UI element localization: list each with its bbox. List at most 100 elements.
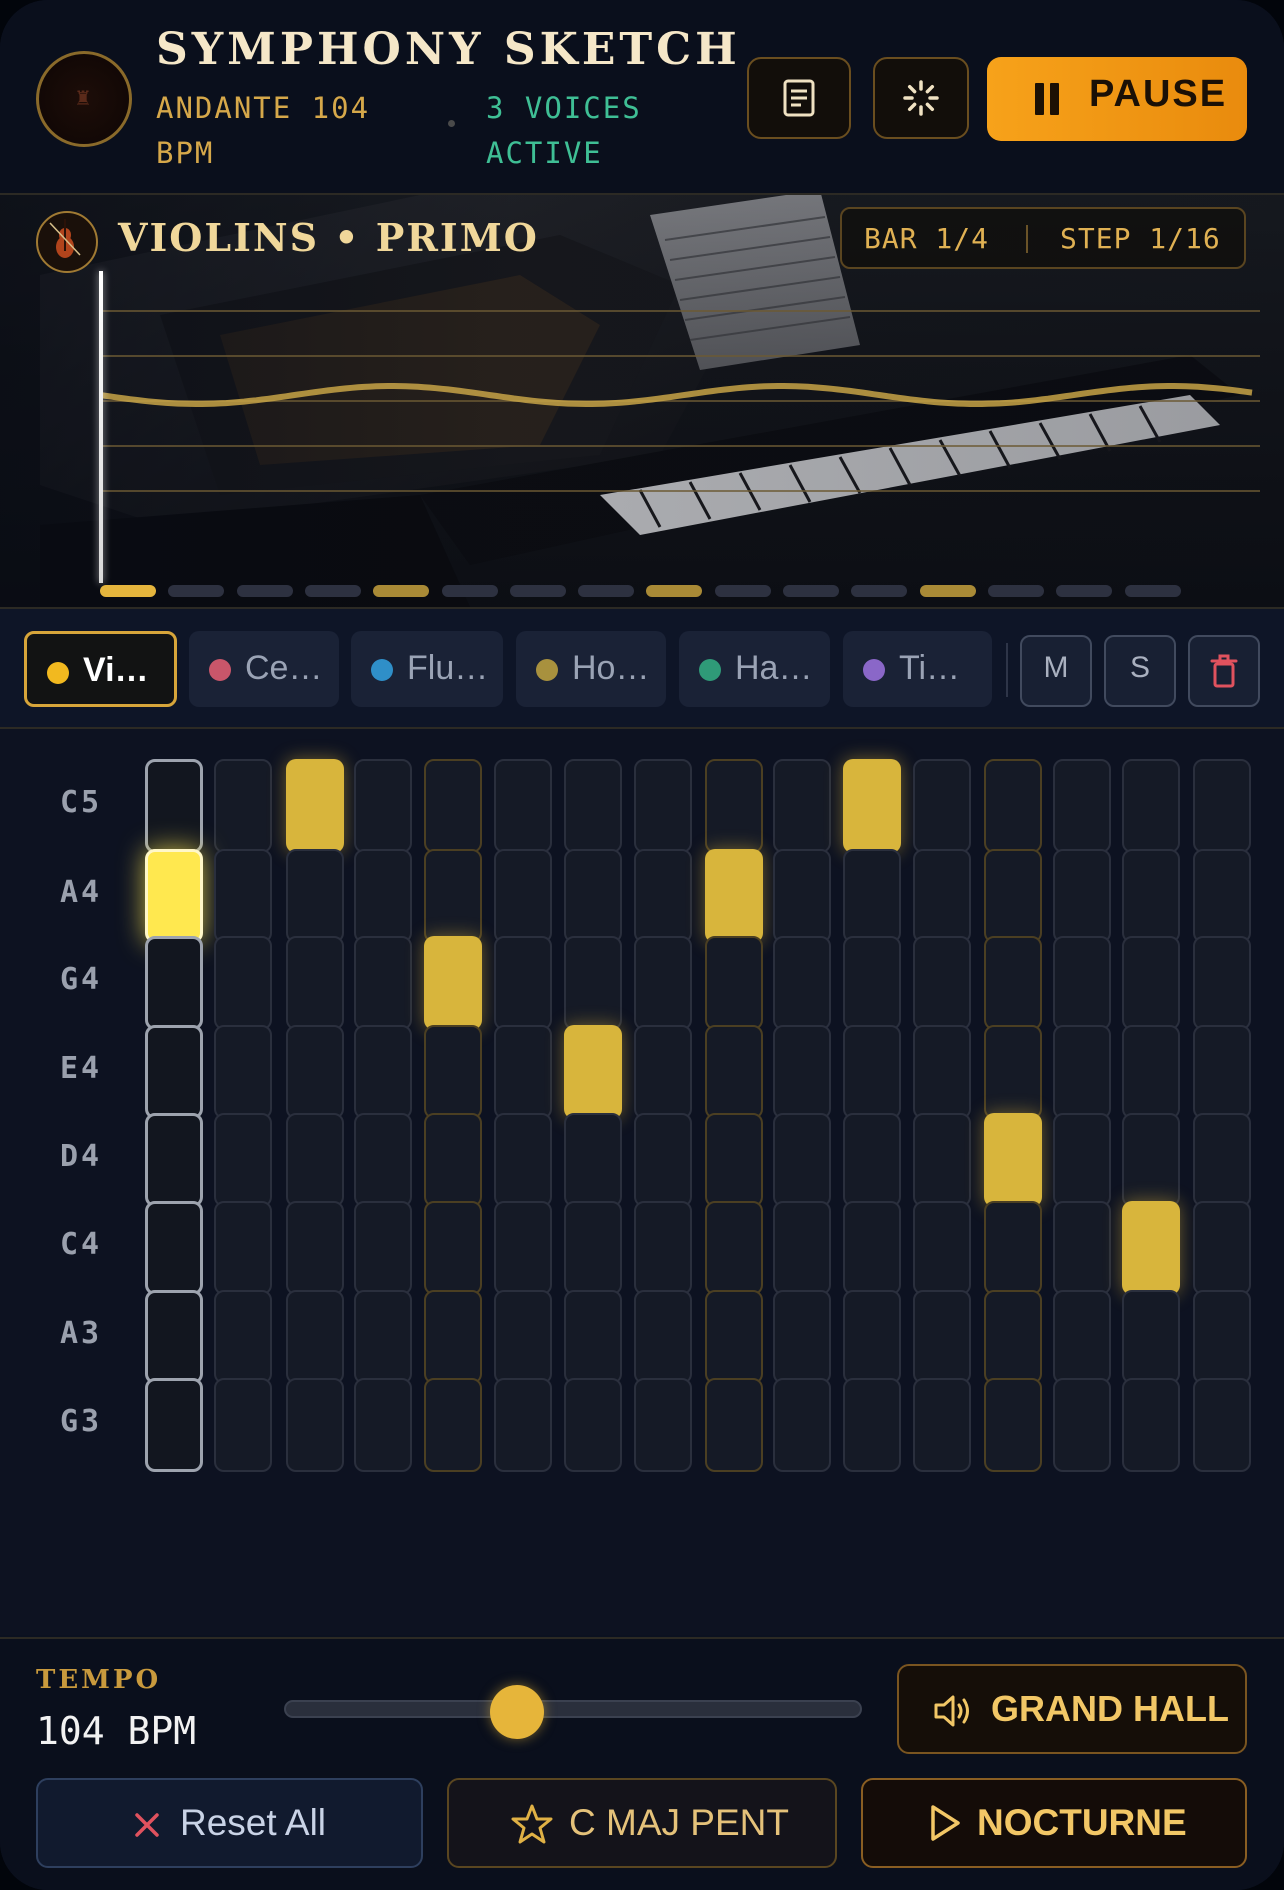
settings-button[interactable] xyxy=(873,57,969,139)
grid-cell[interactable] xyxy=(214,936,272,1030)
voice-tab[interactable]: Flu… xyxy=(351,631,503,707)
grid-cell[interactable] xyxy=(145,849,203,943)
grid-cell[interactable] xyxy=(843,1201,901,1295)
grid-cell[interactable] xyxy=(773,849,831,943)
grid-cell[interactable] xyxy=(984,936,1042,1030)
grid-cell[interactable] xyxy=(705,1025,763,1119)
grid-cell[interactable] xyxy=(913,1290,971,1384)
reset-all-button[interactable]: Reset All xyxy=(36,1778,423,1868)
grid-cell[interactable] xyxy=(913,759,971,853)
grid-cell[interactable] xyxy=(424,1378,482,1472)
grid-cell[interactable] xyxy=(634,1113,692,1207)
grid-cell[interactable] xyxy=(145,759,203,853)
grid-cell[interactable] xyxy=(984,759,1042,853)
grid-cell[interactable] xyxy=(354,1201,412,1295)
grid-cell[interactable] xyxy=(286,849,344,943)
grid-cell[interactable] xyxy=(1053,1113,1111,1207)
grid-cell[interactable] xyxy=(1122,1290,1180,1384)
grid-cell[interactable] xyxy=(705,849,763,943)
voice-tab[interactable]: Ho… xyxy=(516,631,666,707)
grid-cell[interactable] xyxy=(1122,1025,1180,1119)
grid-cell[interactable] xyxy=(564,936,622,1030)
grid-cell[interactable] xyxy=(564,1025,622,1119)
grid-cell[interactable] xyxy=(145,1113,203,1207)
grid-cell[interactable] xyxy=(773,936,831,1030)
grid-cell[interactable] xyxy=(145,1025,203,1119)
grid-cell[interactable] xyxy=(1053,936,1111,1030)
grid-cell[interactable] xyxy=(705,1378,763,1472)
solo-button[interactable]: S xyxy=(1104,635,1176,707)
voice-tab[interactable]: Ha… xyxy=(679,631,830,707)
grid-cell[interactable] xyxy=(913,1113,971,1207)
grid-cell[interactable] xyxy=(843,1378,901,1472)
grid-cell[interactable] xyxy=(424,1025,482,1119)
grid-cell[interactable] xyxy=(913,849,971,943)
grid-cell[interactable] xyxy=(354,849,412,943)
grid-cell[interactable] xyxy=(564,1378,622,1472)
grid-cell[interactable] xyxy=(145,936,203,1030)
grid-cell[interactable] xyxy=(1053,1201,1111,1295)
grid-cell[interactable] xyxy=(634,936,692,1030)
mute-button[interactable]: M xyxy=(1020,635,1092,707)
grid-cell[interactable] xyxy=(494,759,552,853)
grid-cell[interactable] xyxy=(634,759,692,853)
grid-cell[interactable] xyxy=(354,1113,412,1207)
grid-cell[interactable] xyxy=(773,759,831,853)
grid-cell[interactable] xyxy=(1193,1201,1251,1295)
grid-cell[interactable] xyxy=(913,1201,971,1295)
grid-cell[interactable] xyxy=(424,1113,482,1207)
grid-cell[interactable] xyxy=(1122,1378,1180,1472)
grid-cell[interactable] xyxy=(1053,849,1111,943)
grid-cell[interactable] xyxy=(1122,1113,1180,1207)
grid-cell[interactable] xyxy=(564,1113,622,1207)
grid-cell[interactable] xyxy=(705,1201,763,1295)
grid-cell[interactable] xyxy=(424,849,482,943)
grid-cell[interactable] xyxy=(145,1201,203,1295)
grid-cell[interactable] xyxy=(494,1113,552,1207)
grid-cell[interactable] xyxy=(1193,849,1251,943)
grid-cell[interactable] xyxy=(1053,1378,1111,1472)
grid-cell[interactable] xyxy=(1053,1025,1111,1119)
voice-tab[interactable]: Ti… xyxy=(843,631,992,707)
grid-cell[interactable] xyxy=(564,849,622,943)
pause-button[interactable]: PAUSE xyxy=(987,57,1247,141)
grid-cell[interactable] xyxy=(843,936,901,1030)
grid-cell[interactable] xyxy=(1193,1290,1251,1384)
grid-cell[interactable] xyxy=(494,1378,552,1472)
grid-cell[interactable] xyxy=(145,1290,203,1384)
grid-cell[interactable] xyxy=(843,849,901,943)
grid-cell[interactable] xyxy=(705,759,763,853)
grid-cell[interactable] xyxy=(773,1290,831,1384)
grid-cell[interactable] xyxy=(286,759,344,853)
grid-cell[interactable] xyxy=(773,1113,831,1207)
grid-cell[interactable] xyxy=(214,1378,272,1472)
grid-cell[interactable] xyxy=(634,1025,692,1119)
voice-tab[interactable]: Ce… xyxy=(189,631,339,707)
grid-cell[interactable] xyxy=(214,1113,272,1207)
grid-cell[interactable] xyxy=(843,1290,901,1384)
grid-cell[interactable] xyxy=(1193,936,1251,1030)
grid-cell[interactable] xyxy=(424,1290,482,1384)
grid-cell[interactable] xyxy=(913,1025,971,1119)
scale-button[interactable]: C MAJ PENT xyxy=(447,1778,837,1868)
grid-cell[interactable] xyxy=(286,1378,344,1472)
grand-hall-button[interactable]: GRAND HALL xyxy=(897,1664,1247,1754)
grid-cell[interactable] xyxy=(286,1201,344,1295)
grid-cell[interactable] xyxy=(843,1113,901,1207)
grid-cell[interactable] xyxy=(984,849,1042,943)
grid-cell[interactable] xyxy=(1193,1113,1251,1207)
grid-cell[interactable] xyxy=(984,1290,1042,1384)
grid-cell[interactable] xyxy=(1122,759,1180,853)
grid-cell[interactable] xyxy=(354,1025,412,1119)
delete-voice-button[interactable] xyxy=(1188,635,1260,707)
grid-cell[interactable] xyxy=(286,1113,344,1207)
voice-tab[interactable]: Vi… xyxy=(24,631,177,707)
grid-cell[interactable] xyxy=(984,1378,1042,1472)
grid-cell[interactable] xyxy=(843,1025,901,1119)
grid-cell[interactable] xyxy=(634,1378,692,1472)
grid-cell[interactable] xyxy=(843,759,901,853)
grid-cell[interactable] xyxy=(1122,1201,1180,1295)
grid-cell[interactable] xyxy=(145,1378,203,1472)
grid-cell[interactable] xyxy=(424,936,482,1030)
grid-cell[interactable] xyxy=(1193,1025,1251,1119)
